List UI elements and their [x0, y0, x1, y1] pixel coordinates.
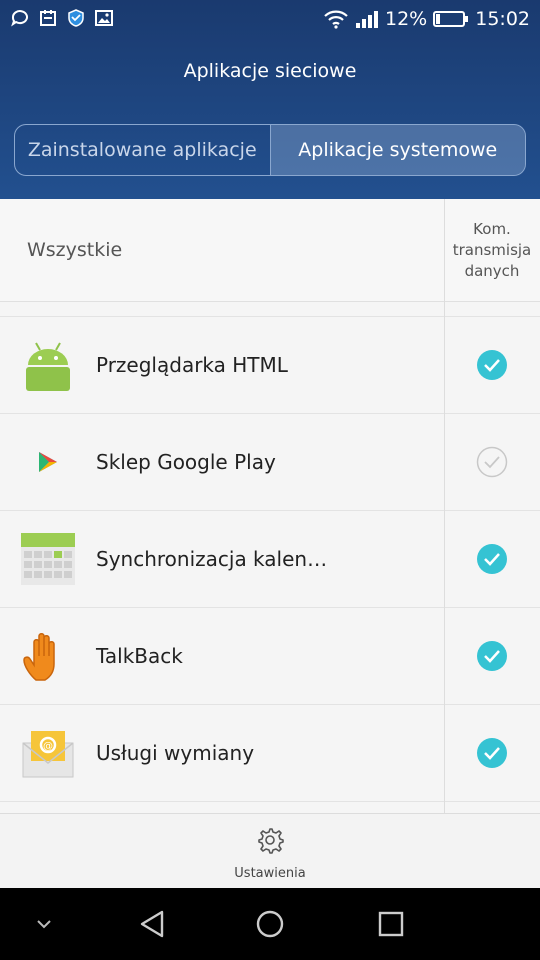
calendar-icon [40, 10, 56, 26]
column-header: Wszystkie Kom. transmisja danych [0, 199, 540, 302]
bottom-toolbar: Ustawienia [0, 813, 540, 888]
check-icon-on[interactable] [476, 543, 508, 575]
recents-button[interactable] [370, 888, 412, 960]
app-name: Usługi wymiany [96, 741, 255, 765]
calendar-sync-icon [21, 533, 75, 585]
app-root: 12% 15:02 Aplikacje sieciowe Zainstalowa… [0, 0, 540, 960]
svg-text:@: @ [43, 741, 53, 752]
home-button[interactable] [250, 888, 290, 960]
page-title: Aplikacje sieciowe [183, 60, 357, 82]
app-name: Przeglądarka HTML [96, 353, 288, 377]
recents-square-icon [378, 911, 404, 937]
back-triangle-icon [140, 910, 164, 938]
app-row-html-viewer[interactable]: Przeglądarka HTML [0, 317, 540, 414]
wifi-icon [324, 10, 348, 29]
clock: 15:02 [475, 8, 530, 30]
navigation-bar [0, 888, 540, 960]
check-icon-off[interactable] [476, 446, 508, 478]
home-circle-icon [256, 910, 284, 938]
battery-percent: 12% [385, 8, 428, 30]
chevron-down-icon [37, 920, 51, 929]
tab-installed-apps[interactable]: Zainstalowane aplikacje [15, 125, 270, 175]
app-row-calendar-sync[interactable]: Synchronizacja kalen… [0, 511, 540, 608]
app-name: Synchronizacja kalen… [96, 547, 328, 571]
hand-icon [23, 633, 55, 681]
email-exchange-icon: @ [22, 731, 74, 778]
check-icon-on[interactable] [476, 640, 508, 672]
signal-icon [356, 11, 378, 28]
tab-system-apps[interactable]: Aplikacje systemowe [269, 125, 525, 175]
app-name: Sklep Google Play [96, 450, 276, 474]
mobile-data-label-line2: transmisja [452, 241, 532, 259]
mobile-data-label-line3: danych [464, 262, 520, 280]
back-button[interactable] [130, 888, 174, 960]
gear-icon[interactable] [256, 826, 284, 854]
settings-label[interactable]: Ustawienia [0, 866, 540, 881]
shield-icon [68, 9, 84, 27]
mobile-data-label-line1: Kom. [473, 220, 511, 238]
app-row-talkback[interactable]: TalkBack [0, 608, 540, 705]
hide-nav-button[interactable] [24, 888, 64, 960]
chat-icon [11, 10, 28, 27]
header: 12% 15:02 Aplikacje sieciowe Zainstalowa… [0, 0, 540, 199]
app-name: TalkBack [96, 644, 183, 668]
app-row-exchange[interactable]: @ Usługi wymiany [0, 705, 540, 802]
android-icon [26, 342, 70, 391]
app-list: Przeglądarka HTML Sklep Google Play Sync… [0, 317, 540, 802]
app-type-segmented-control: Zainstalowane aplikacje Aplikacje system… [14, 124, 526, 176]
mobile-data-column-label: Kom. transmisja danych [444, 219, 540, 282]
check-icon-on[interactable] [476, 737, 508, 769]
status-bar: 12% 15:02 [0, 0, 540, 38]
play-store-icon [39, 452, 57, 472]
column-divider [444, 199, 445, 813]
image-icon [95, 10, 113, 26]
all-apps-label[interactable]: Wszystkie [27, 239, 122, 261]
app-row-google-play[interactable]: Sklep Google Play [0, 414, 540, 511]
check-icon-on[interactable] [476, 349, 508, 381]
battery-icon [433, 11, 469, 27]
